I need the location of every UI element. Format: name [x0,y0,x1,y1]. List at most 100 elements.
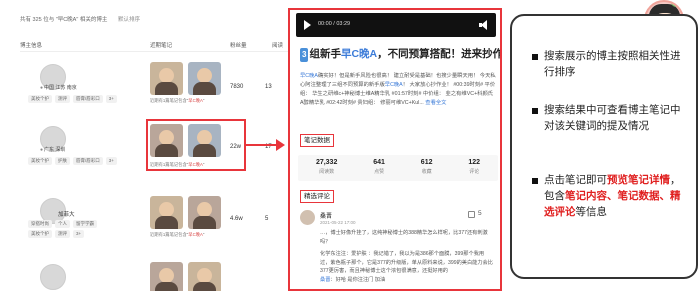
header-recent-notes: 近期笔记 [150,43,173,49]
stat-value: 641 [373,159,385,166]
note-thumbnail[interactable] [188,196,221,229]
result-summary: 共有 325 位与 "早C晚A" 相关的博主 [20,17,108,23]
stat-value: 27,332 [315,159,338,166]
bullet-item: 搜索展示的博主按照相关性进行排序 [532,48,689,80]
tag: 留学学霸 [73,220,97,228]
header-blogger-info: 博主信息 [20,43,43,49]
note-mention-meta: 近期有1篇笔记包含"早C晚A" [150,232,205,237]
like-count: 5 [478,210,482,217]
comment-text: …，博士好像升挂了，这纯神秘博士的388精华怎么样呢，比377还有刺激吗？ [320,230,488,245]
bullet-text-emphasis: 预览笔记详情 [607,174,670,186]
header-fans[interactable]: 粉丝量 [230,41,247,49]
fans-count: 7830 [230,84,244,90]
stat-value: 612 [420,159,433,166]
stat-item: 27,332 阅读数 [316,155,337,181]
reads-count: 5 [265,216,269,222]
table-row[interactable] [20,262,293,291]
recent-notes [150,262,221,291]
reply-body: 化学东注注：爱护肤 ：我记错了，我以为是386那个面膜，399那个我用过，紫色瓶… [320,251,493,274]
bullet-item: 搜索结果中可查看博主笔记中对该关键词的提及情况 [532,102,689,134]
location-value: 广东 深圳 [44,147,66,153]
header-reads[interactable]: 阅读 [272,41,283,49]
tag: 美妆个护 [28,230,52,238]
title-part: ，不同预算搭配！进来抄作业 [377,48,502,60]
body-keyword: 早C晚A [384,82,403,88]
stat-label: 收藏 [421,169,432,175]
note-thumbnail[interactable] [150,196,183,229]
like-icon[interactable] [468,211,475,218]
stat-label: 阅读数 [319,169,335,175]
stat-item: 122 评论 [468,155,480,181]
stat-value: 122 [468,159,481,166]
avatar[interactable] [40,264,66,290]
stat-label: 点赞 [374,169,385,175]
location-text: ●广东 深圳 [40,146,65,153]
commenter-name[interactable]: 桑晋 [320,211,332,220]
body-keyword: 早C晚A [300,73,318,79]
tag-more[interactable]: 3+ [73,230,85,238]
note-thumbnail[interactable] [150,262,183,291]
blogger-name[interactable]: 加菲大 [58,210,75,218]
tag-list: 美妆个护 测评 唇膏/唇彩口 3+ [28,95,117,103]
arrow-line [246,144,280,146]
bullet-icon [532,54,538,60]
tag: 唇膏/唇彩口 [73,95,103,103]
note-body: 早C晚A确实好！但是新手风险也很高！ 建立耐受是基础！也搜少量瞬天用！ 今天私心… [300,72,496,108]
title-part: 组新手 [309,48,341,60]
play-icon[interactable] [304,20,311,30]
tag-list: 穿搭时尚 个人 留学学霸 [28,220,97,228]
note-thumbnail[interactable] [188,262,221,291]
reads-count: 13 [265,84,272,90]
tag-list: 美妆个护 测评 3+ [28,230,85,238]
tag-more[interactable]: 3+ [105,157,117,165]
explanation-card: 搜索展示的博主按照相关性进行排序 搜索结果中可查看博主笔记中对该关键词的提及情况… [510,14,698,279]
bullet-text-part: 点击笔记即可 [544,174,607,186]
arrow-head-icon [276,139,285,151]
title-keyword: 早C晚A [340,48,378,60]
comment-reply: 化学东注注：爱护肤 ：我记错了，我以为是386那个面膜，399那个我用过，紫色瓶… [320,251,493,283]
bullet-text: 搜索展示的博主按照相关性进行排序 [544,50,681,78]
tag: 护肤 [55,157,70,165]
stat-label: 评论 [469,169,480,175]
sort-dropdown[interactable]: 默认排序 [118,15,140,23]
bullet-text-part: 等信息 [575,206,608,218]
bullet-icon [532,178,538,184]
location-text: ●中国 江苏 南京 [40,84,77,91]
bullet-text: 搜索结果中可查看博主笔记中对该关键词的提及情况 [544,104,681,132]
tag: 测评 [55,230,70,238]
note-meta-keyword: 早C晚A [188,98,203,103]
tag: 穿搭时尚 [28,220,52,228]
see-full-text-link[interactable]: 查看全文 [425,100,446,106]
recent-notes [150,196,221,229]
table-row[interactable]: ●中国 江苏 南京 美妆个护 测评 唇膏/唇彩口 3+ 近期有1篇笔记包含"早C… [20,62,293,110]
note-mention-meta: 近期有1篇笔记包含"早C晚A" [150,98,205,103]
reply-user[interactable]: 桑晋 [320,277,330,283]
recent-notes [150,62,221,95]
bullet-item: 点击笔记即可预览笔记详情，包含笔记内容、笔记数据、精选评论等信息 [532,172,689,220]
tag: 个人 [55,220,70,228]
title-number-badge: 3 [300,48,309,62]
fans-count: 4.6w [230,216,243,222]
reply-tail: 好哈 是你注注门 加油 [335,276,386,283]
volume-icon[interactable] [479,20,488,30]
note-thumbnail[interactable] [188,62,221,95]
note-thumbnail[interactable] [150,62,183,95]
note-data-section-label: 笔记数据 [300,134,334,147]
tag-more[interactable]: 3+ [105,95,117,103]
video-player[interactable]: 00:00 / 03:29 [296,13,496,37]
stat-item: 641 点赞 [373,155,385,181]
table-row[interactable]: 加菲大 穿搭时尚 个人 留学学霸 美妆个护 测评 3+ 近期有1篇笔记包含"早C… [20,196,293,244]
highlight-box [146,119,246,171]
video-time: 00:00 / 03:29 [318,21,351,27]
stat-item: 612 收藏 [421,155,433,181]
tag: 测评 [55,95,70,103]
commenter-avatar[interactable] [300,210,315,225]
tag: 美妆个护 [28,157,52,165]
table-header: 博主信息 近期笔记 粉丝量 阅读 [20,38,293,52]
note-meta-prefix: 近期有1篇笔记包含 [150,232,187,237]
location-icon: ● [40,147,44,153]
tag: 唇膏/唇彩口 [73,157,103,165]
note-title: 3 组新手早C晚A，不同预算搭配！进来抄作业 [300,47,500,62]
comment-time: 2021-05-22 17:00 [320,220,356,225]
featured-comments-section-label: 精选评论 [300,190,334,203]
